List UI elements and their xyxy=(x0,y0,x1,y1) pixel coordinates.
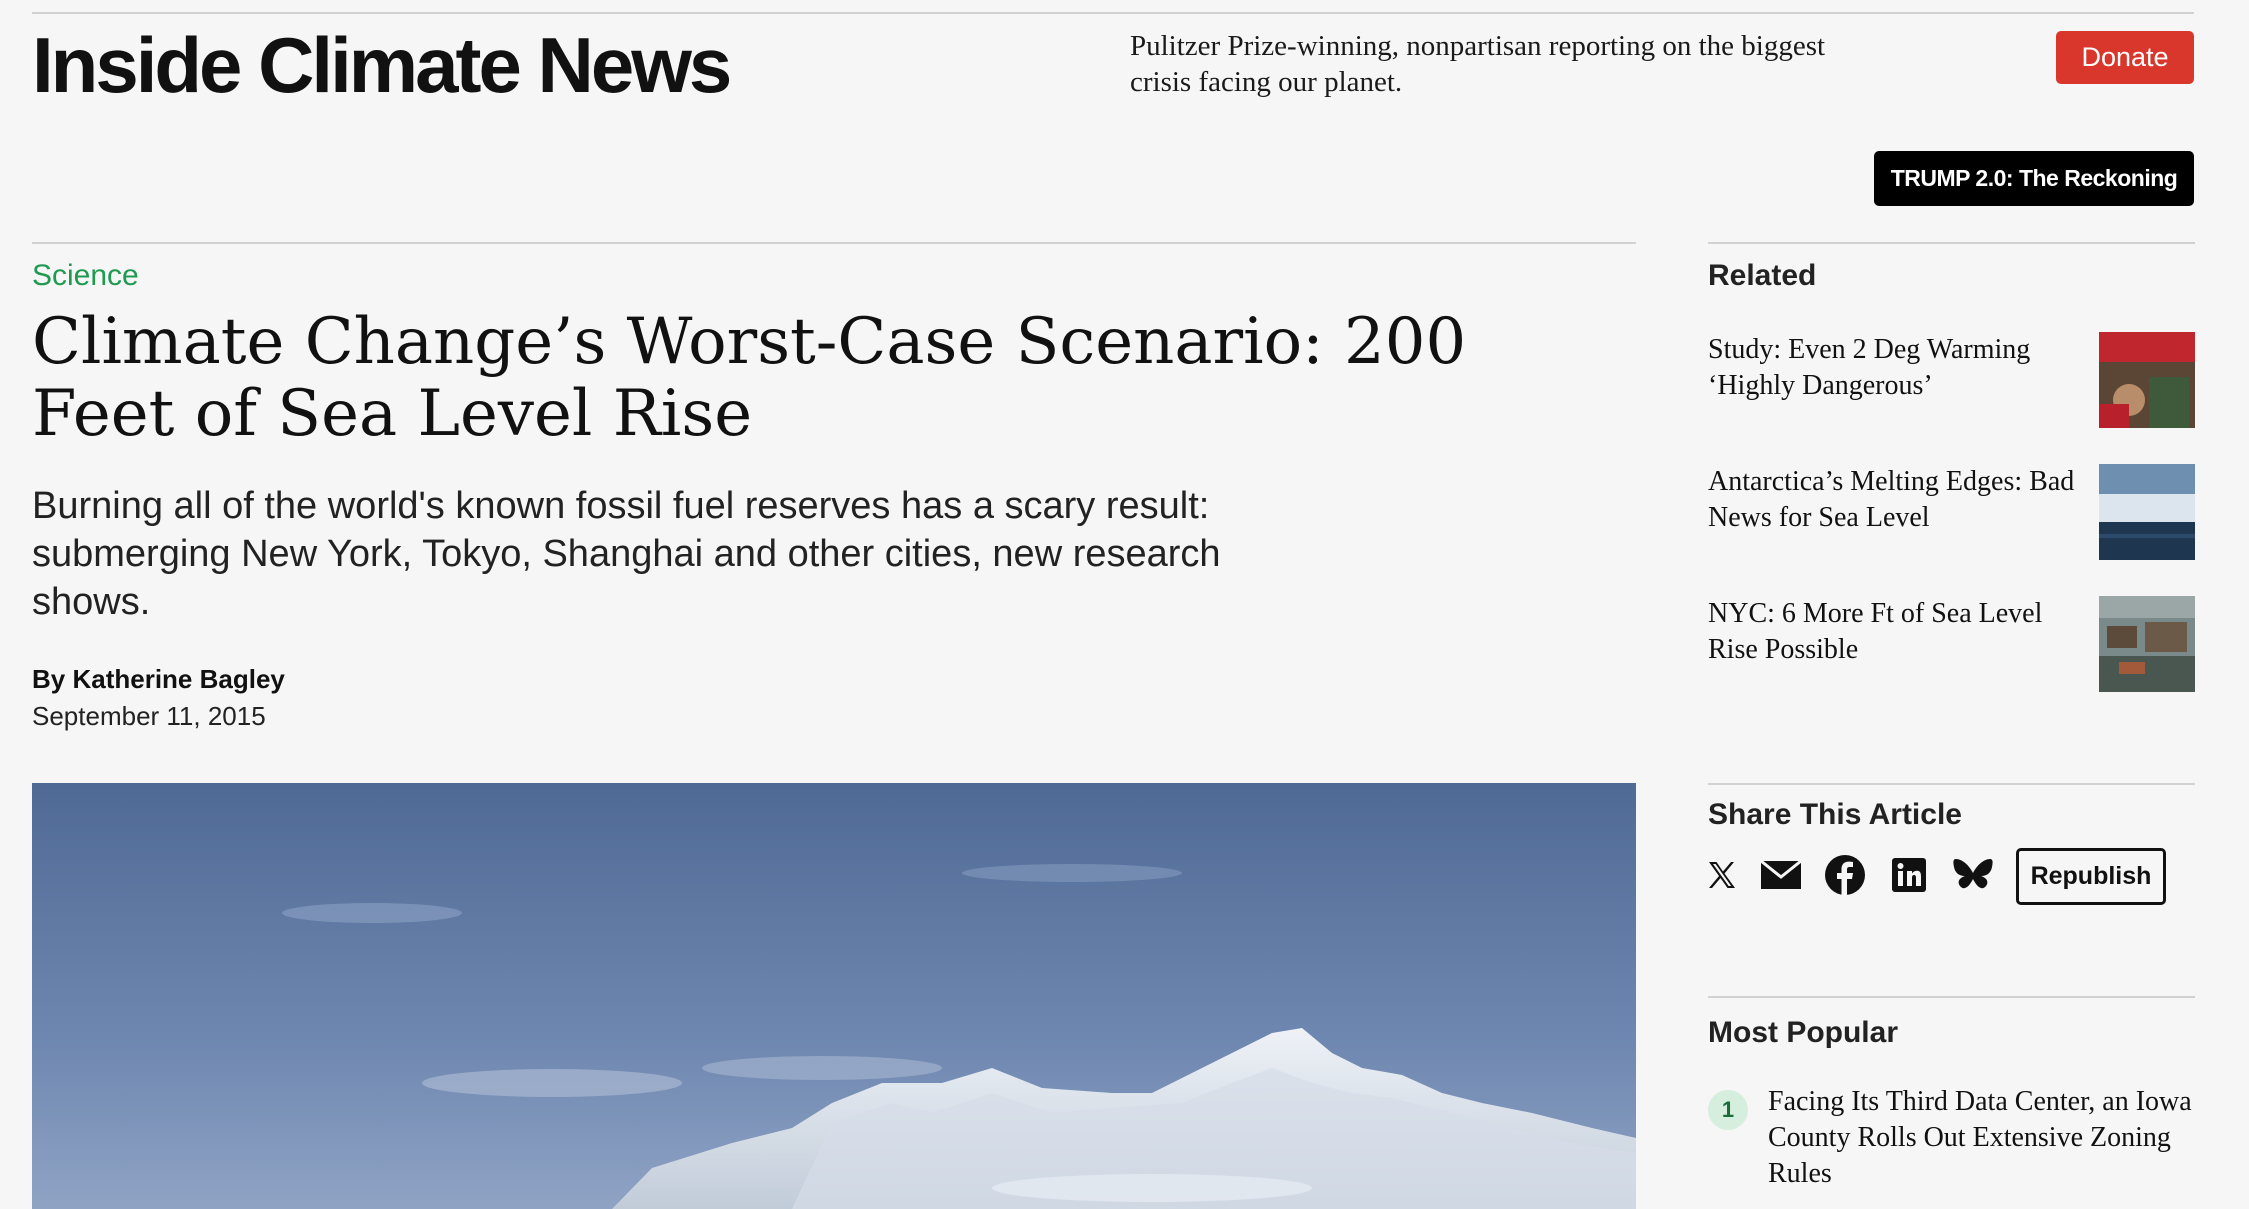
related-item-title: NYC: 6 More Ft of Sea Level Rise Possibl… xyxy=(1708,598,2043,665)
article-headline: Climate Change’s Worst-Case Scenario: 20… xyxy=(32,305,1467,451)
article-dek: Burning all of the world's known fossil … xyxy=(32,485,1221,623)
related-item[interactable]: Study: Even 2 Deg Warming ‘Highly Danger… xyxy=(1708,332,2195,432)
category-link[interactable]: Science xyxy=(32,259,139,293)
share-heading: Share This Article xyxy=(1708,798,1962,831)
popular-rank-badge: 1 xyxy=(1708,1090,1748,1130)
facebook-icon[interactable] xyxy=(1820,850,1870,900)
header-top-rule xyxy=(32,12,2194,14)
article-top-rule xyxy=(32,242,1636,244)
linkedin-icon[interactable] xyxy=(1884,850,1934,900)
related-item[interactable]: NYC: 6 More Ft of Sea Level Rise Possibl… xyxy=(1708,596,2195,696)
email-icon[interactable] xyxy=(1756,850,1806,900)
x-icon[interactable] xyxy=(1697,850,1747,900)
republish-button[interactable]: Republish xyxy=(2016,848,2166,905)
sidebar-top-rule xyxy=(1708,242,2195,244)
most-popular-heading: Most Popular xyxy=(1708,1016,1899,1049)
related-item[interactable]: Antarctica’s Melting Edges: Bad News for… xyxy=(1708,464,2195,564)
related-item-title: Antarctica’s Melting Edges: Bad News for… xyxy=(1708,466,2075,533)
series-banner-button[interactable]: TRUMP 2.0: The Reckoning xyxy=(1874,151,2194,206)
article-byline[interactable]: By Katherine Bagley xyxy=(32,664,285,695)
hero-image xyxy=(32,783,1636,1209)
popular-item-link[interactable]: Facing Its Third Data Center, an Iowa Co… xyxy=(1768,1084,2208,1192)
related-item-title: Study: Even 2 Deg Warming ‘Highly Danger… xyxy=(1708,334,2031,401)
related-heading: Related xyxy=(1708,259,1817,292)
site-logo[interactable]: Inside Climate News xyxy=(32,20,732,110)
donate-button[interactable]: Donate xyxy=(2056,31,2194,84)
share-top-rule xyxy=(1708,783,2195,785)
article-date: September 11, 2015 xyxy=(32,701,266,731)
site-tagline: Pulitzer Prize-winning, nonpartisan repo… xyxy=(1130,30,1826,98)
popular-top-rule xyxy=(1708,996,2195,998)
related-thumbnail xyxy=(2099,332,2195,428)
related-thumbnail xyxy=(2099,464,2195,560)
bluesky-icon[interactable] xyxy=(1948,850,1998,900)
related-thumbnail xyxy=(2099,596,2195,692)
